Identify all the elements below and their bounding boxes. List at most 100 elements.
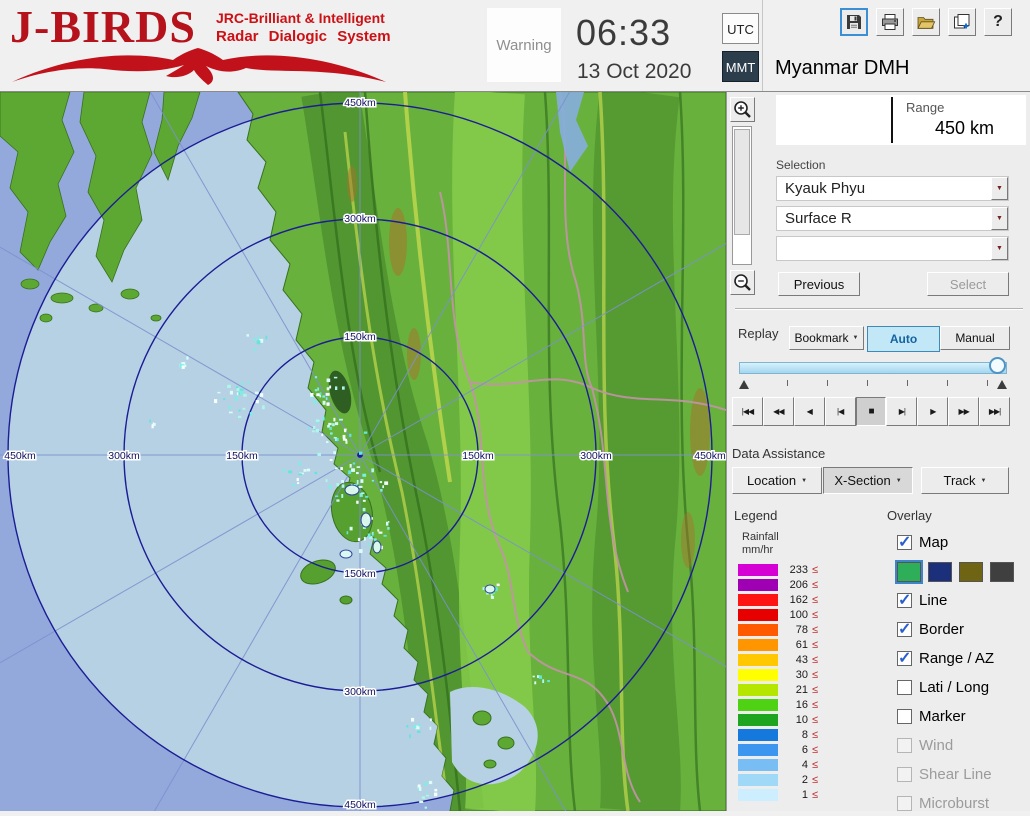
slider-range-end-handle[interactable] [997,380,1007,389]
legend-color-swatch [738,579,778,591]
map-color-swatch-2[interactable] [959,562,983,582]
overlay-item-label: Range / AZ [919,650,994,667]
range-label: Range [906,100,944,115]
playback-controls: |◀◀◀◀◀|◀■▶|▶▶▶▶▶| [732,397,1010,426]
slider-range-start-handle[interactable] [739,380,749,389]
checked-checkbox[interactable] [897,535,912,550]
legend-color-swatch [738,729,778,741]
overlay-item-lati-long[interactable]: Lati / Long [897,677,1029,697]
site-select-field[interactable]: Kyauk Phyu ▼ [776,176,1009,201]
option-select-field[interactable]: ▼ [776,236,1009,261]
playback-fast-forward-button[interactable]: ▶▶ [948,397,979,426]
dropdown-arrow-icon: ▼ [996,215,1003,222]
overlay-item-line[interactable]: Line [897,590,1029,610]
radar-map-area[interactable]: 450km 300km 150km 150km 300km 450km 450k… [0,92,726,811]
select-button[interactable]: Select [927,272,1009,296]
map-color-swatch-1[interactable] [928,562,952,582]
bookmark-button-label: Bookmark [795,331,849,345]
overlay-item-label: Microburst [919,795,989,812]
map-color-swatch-0[interactable] [897,562,921,582]
station-title: Myanmar DMH [775,57,909,80]
playback-step-forward-button[interactable]: ▶| [886,397,917,426]
range-ring-label: 300km [344,686,376,698]
legend-threshold-value: 10 [780,714,808,726]
checked-checkbox[interactable] [897,651,912,666]
playback-step-back-button[interactable]: |◀ [825,397,856,426]
map-scrollbar-thumb[interactable] [734,129,750,235]
legend-row: 206 ≤ [738,579,848,591]
overlay-item-marker[interactable]: Marker [897,706,1029,726]
site-dropdown-button[interactable]: ▼ [991,177,1008,200]
overlay-item-range-az[interactable]: Range / AZ [897,648,1029,668]
legend-color-swatch [738,639,778,651]
legend-color-swatch [738,789,778,801]
map-color-swatch-3[interactable] [990,562,1014,582]
range-divider [891,97,893,143]
legend-color-swatch [738,609,778,621]
radar-map[interactable]: 450km 300km 150km 150km 300km 450km 450k… [0,92,726,811]
product-select-field[interactable]: Surface R ▼ [776,206,1009,231]
zoom-out-button[interactable] [730,270,755,295]
legend-threshold-value: 1 [780,789,808,801]
track-button[interactable]: Track ▼ [921,467,1009,494]
playback-play-button[interactable]: ▶ [917,397,948,426]
mmt-toggle-button[interactable]: MMT [722,51,759,82]
x-section-button[interactable]: X-Section ▼ [823,467,913,494]
open-file-button[interactable] [912,8,940,36]
overlay-item-shear-line: Shear Line [897,764,1029,784]
zoom-in-icon [732,99,753,120]
location-button[interactable]: Location ▼ [732,467,822,494]
playback-fast-rewind-button[interactable]: ◀◀ [763,397,794,426]
legend-unit-line2: mm/hr [742,544,773,556]
map-scrollbar[interactable] [732,126,752,265]
bookmark-button[interactable]: Bookmark ▼ [789,326,864,350]
playback-skip-to-end-button[interactable]: ▶▶| [979,397,1010,426]
checkbox [897,767,912,782]
new-window-button[interactable] [948,8,976,36]
overlay-item-label: Map [919,534,948,551]
app-logo-subtitle2: Radar Dialogic System [216,28,391,45]
legend-color-swatch [738,714,778,726]
playback-skip-to-start-button[interactable]: |◀◀ [732,397,763,426]
save-button[interactable] [840,8,868,36]
playback-stop-button[interactable]: ■ [856,397,887,426]
legend-row: 4≤ [738,759,848,771]
manual-mode-button[interactable]: Manual [940,326,1010,350]
utc-toggle-button[interactable]: UTC [722,13,759,44]
legend-lte-symbol: ≤ [812,579,818,591]
legend-lte-symbol: ≤ [812,714,818,726]
print-icon [880,12,900,32]
checkbox[interactable] [897,709,912,724]
legend-row: 61≤ [738,639,848,651]
legend-threshold-value: 21 [780,684,808,696]
product-dropdown-button[interactable]: ▼ [991,207,1008,230]
legend-row: 162≤ [738,594,848,606]
overlay-item-label: Line [919,592,947,609]
legend-row: 8≤ [738,729,848,741]
product-select-value: Surface R [785,207,852,230]
overlay-item-label: Shear Line [919,766,992,783]
print-button[interactable] [876,8,904,36]
checkbox[interactable] [897,680,912,695]
legend-row: 233≤ [738,564,848,576]
legend-color-swatch [738,684,778,696]
legend-lte-symbol: ≤ [812,669,818,681]
auto-mode-button[interactable]: Auto [867,326,940,352]
playback-reverse-play-button[interactable]: ◀ [794,397,825,426]
option-dropdown-button[interactable]: ▼ [991,237,1008,260]
overlay-item-map[interactable]: Map [897,532,1029,552]
legend-row: 100≤ [738,609,848,621]
legend-threshold-value: 206 [780,579,808,591]
legend-lte-symbol: ≤ [812,759,818,771]
replay-label: Replay [738,326,778,341]
zoom-in-button[interactable] [730,97,755,122]
checked-checkbox[interactable] [897,593,912,608]
checked-checkbox[interactable] [897,622,912,637]
app-logo-subtitle1: JRC-Brilliant & Intelligent [216,10,385,26]
overlay-item-border[interactable]: Border [897,619,1029,639]
replay-slider-thumb[interactable] [989,357,1006,374]
replay-slider-track[interactable] [739,362,1007,374]
legend-threshold-value: 233 [780,564,808,576]
help-button[interactable]: ? [984,8,1012,36]
previous-button[interactable]: Previous [778,272,860,296]
